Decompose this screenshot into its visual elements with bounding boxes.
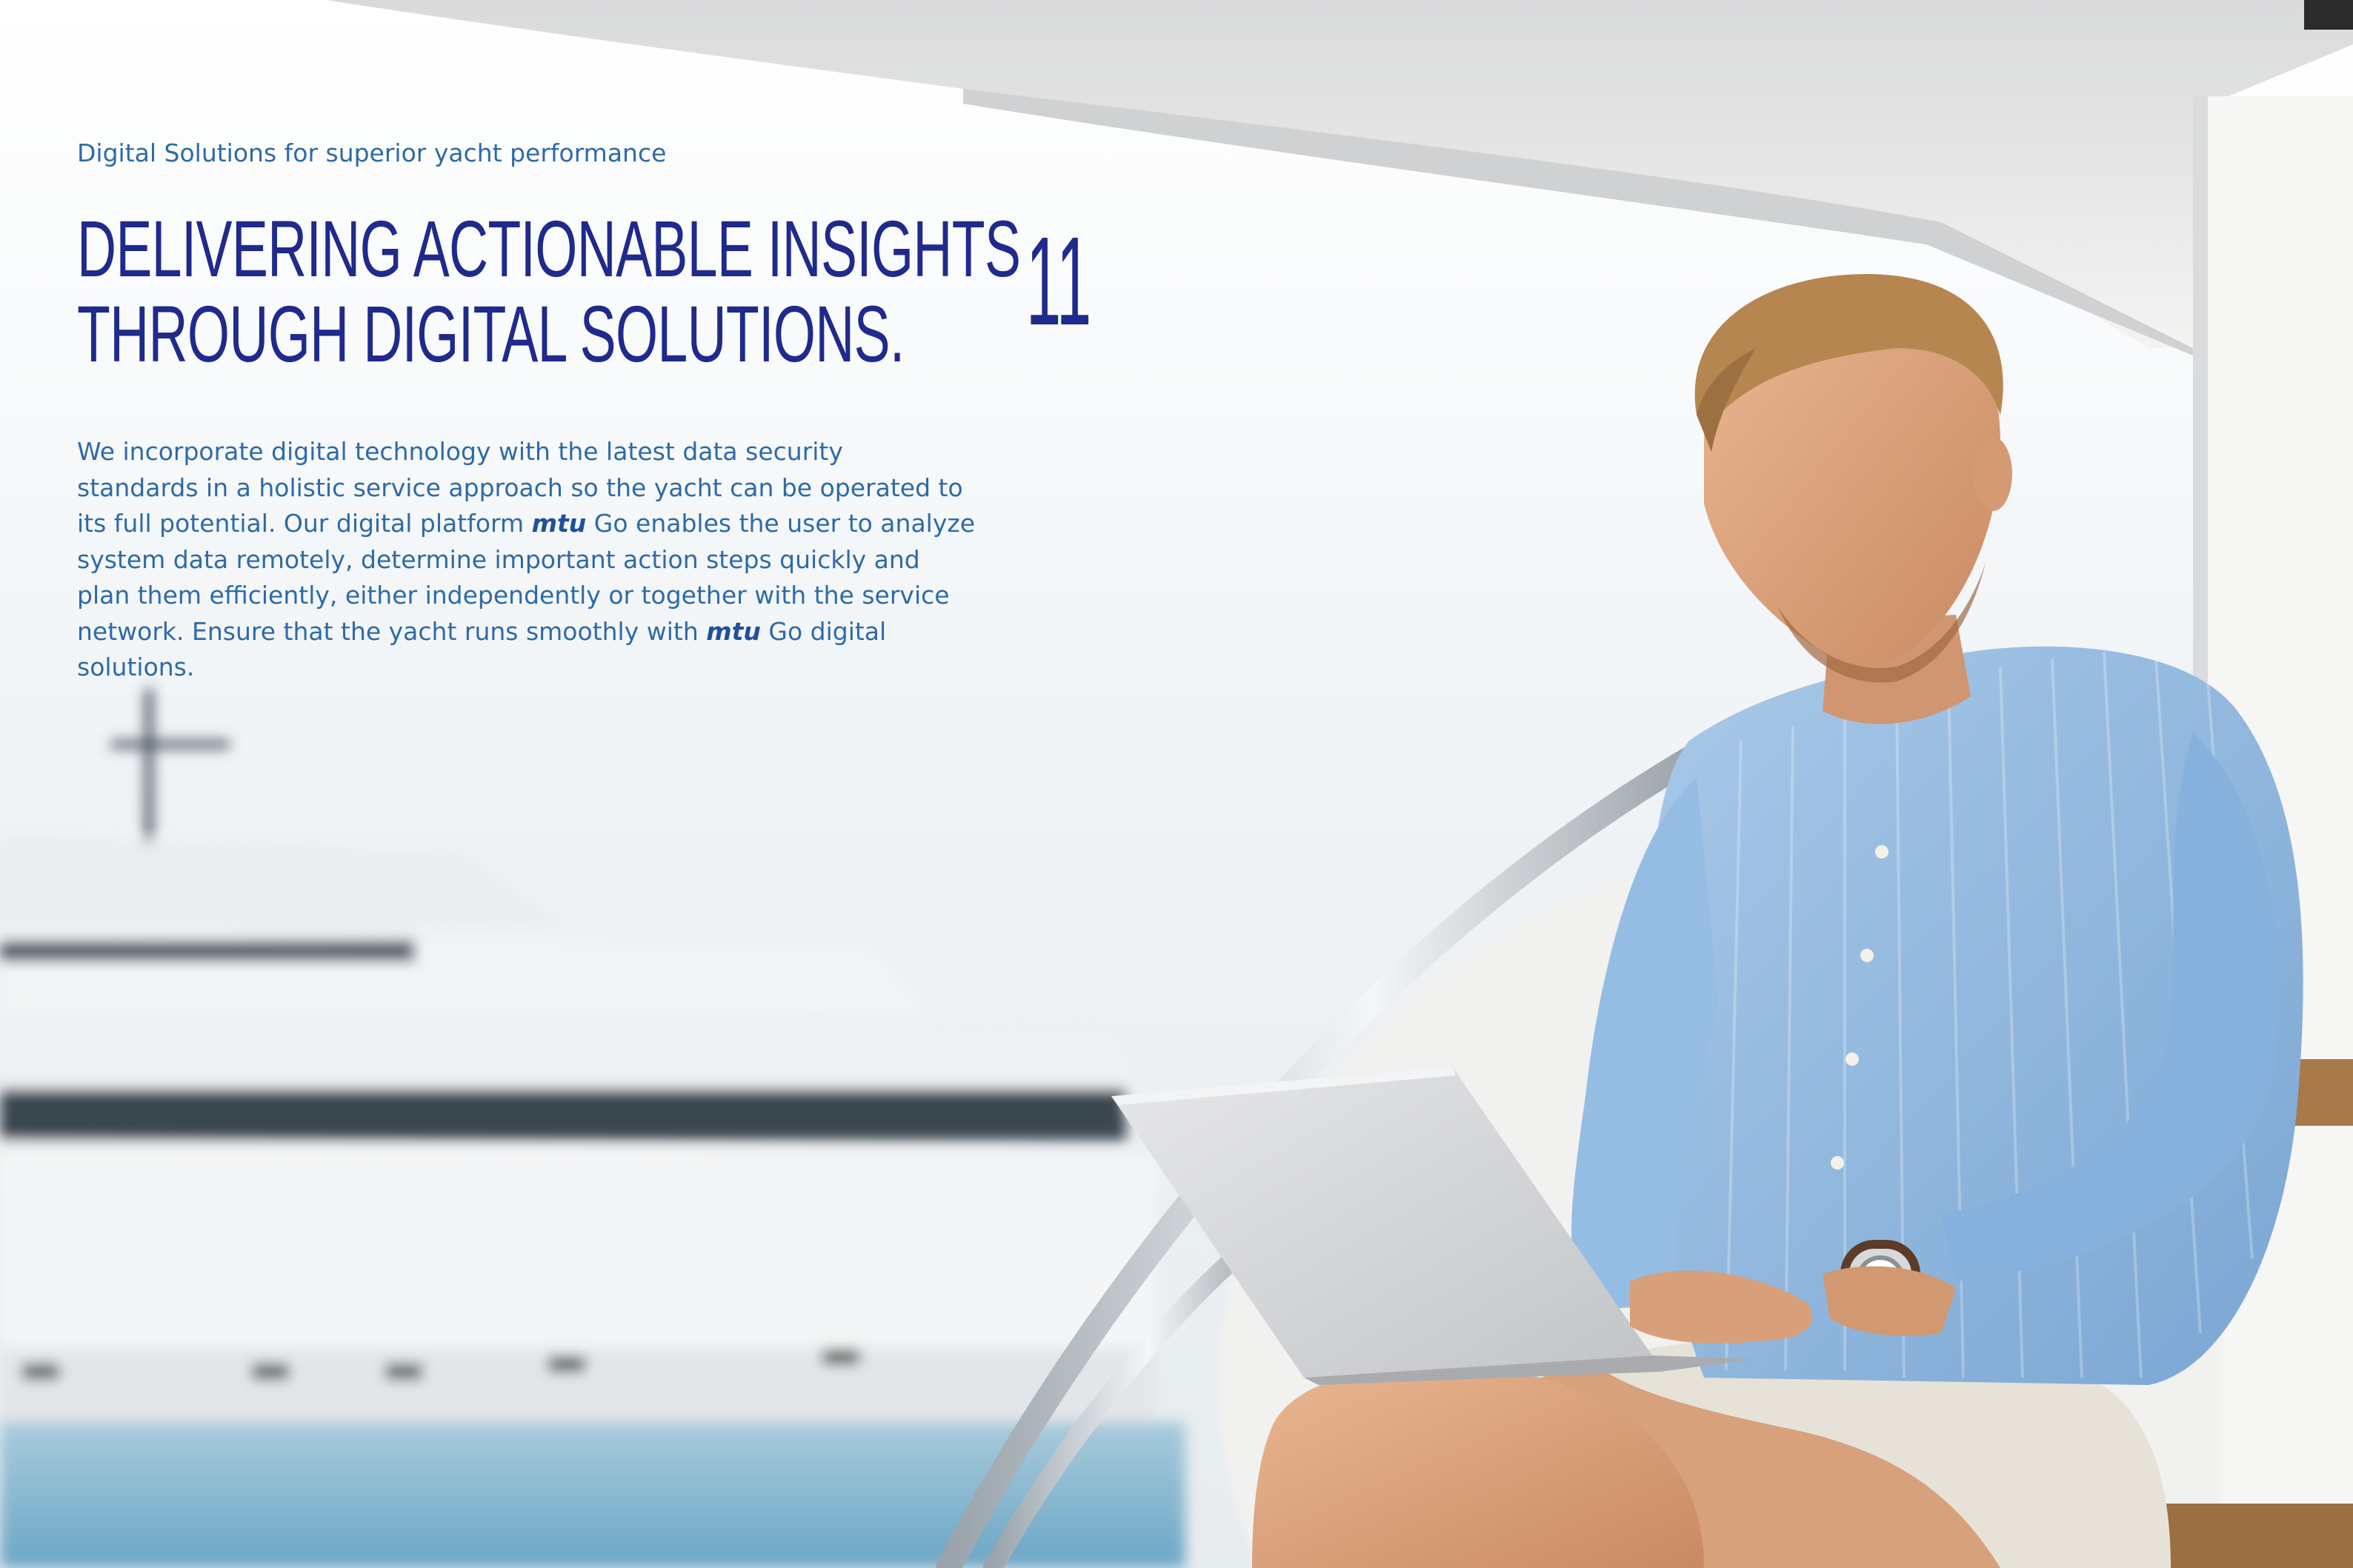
page-subtitle: Digital Solutions for superior yacht per… xyxy=(77,139,667,167)
body-text-segment: Go enables the user to analyze xyxy=(586,509,975,538)
body-text-segment: Go digital xyxy=(760,616,887,646)
body-line: its full potential. Our digital platform… xyxy=(77,506,996,542)
headline-line-1: DELIVERING ACTIONABLE INSIGHTS xyxy=(77,204,1021,293)
brand-name-mtu: mtu xyxy=(531,509,587,538)
body-line: system data remotely, determine importan… xyxy=(77,544,920,574)
body-line: standards in a holistic service approach… xyxy=(77,473,963,502)
page-number: 11 xyxy=(1026,211,1092,352)
body-text-segment: its full potential. Our digital platform xyxy=(77,509,532,538)
body-line: plan them efficiently, either independen… xyxy=(77,581,950,610)
body-line: We incorporate digital technology with t… xyxy=(77,437,843,466)
headline-line-2: THROUGH DIGITAL SOLUTIONS. xyxy=(77,289,905,378)
page-headline: DELIVERING ACTIONABLE INSIGHTS THROUGH D… xyxy=(77,206,1464,376)
brand-name-mtu: mtu xyxy=(706,616,761,646)
body-text-segment: network. Ensure that the yacht runs smoo… xyxy=(77,616,707,646)
body-line: network. Ensure that the yacht runs smoo… xyxy=(77,614,996,650)
brochure-page: Digital Solutions for superior yacht per… xyxy=(0,0,2353,1568)
body-line: solutions. xyxy=(77,653,195,681)
body-paragraph: We incorporate digital technology with t… xyxy=(77,434,996,686)
